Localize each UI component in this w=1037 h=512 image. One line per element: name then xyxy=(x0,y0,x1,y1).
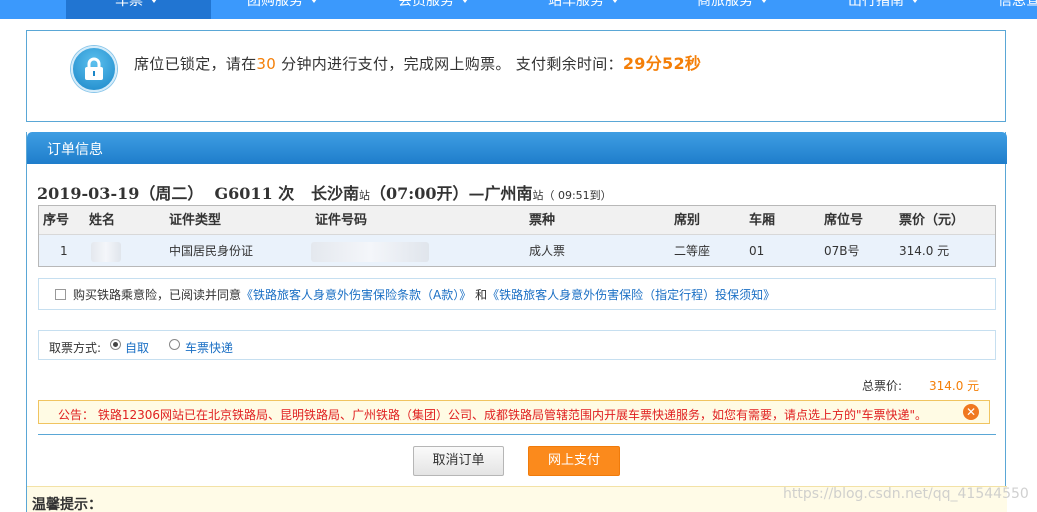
station-suffix: 站 xyxy=(532,189,544,202)
insurance-notice-link[interactable]: 《铁路旅客人身意外伤害保险（指定行程）投保须知》 xyxy=(487,288,775,302)
pickup-express-label[interactable]: 车票快递 xyxy=(185,339,233,356)
insurance-and: 和 xyxy=(475,288,488,302)
notice-text: 公告： 铁路12306网站已在北京铁路局、昆明铁路局、广州铁路（集团）公司、成都… xyxy=(58,408,928,422)
chevron-down-icon xyxy=(612,0,618,3)
col-seat-no: 席位号 xyxy=(824,213,864,228)
depart-time: （07:00开）— xyxy=(370,184,485,203)
insurance-checkbox[interactable] xyxy=(55,289,66,300)
cell-name-redacted xyxy=(91,235,121,267)
pickup-self-radio[interactable] xyxy=(110,339,121,350)
nav-item-label: 出行指南 xyxy=(848,0,904,9)
cell-id-type: 中国居民身份证 xyxy=(169,244,254,258)
trip-summary: 2019-03-19（周二） G6011 次 长沙南站（07:00开）—广州南站… xyxy=(37,180,612,204)
cell-car: 01 xyxy=(749,244,765,258)
cell-seat-class: 二等座 xyxy=(674,244,711,258)
col-name: 姓名 xyxy=(89,213,116,228)
chevron-down-icon xyxy=(761,0,767,3)
pickup-label: 取票方式: xyxy=(49,341,102,355)
col-price: 票价（元） xyxy=(899,213,965,228)
cell-price: 314.0 元 xyxy=(899,244,950,258)
lock-message: 席位已锁定，请在30 分钟内进行支付，完成网上购票。 支付剩余时间：29分52秒 xyxy=(134,50,701,74)
to-station: 广州南 xyxy=(484,184,533,203)
nav-item-info[interactable]: 信息查 xyxy=(998,0,1037,19)
chevron-down-icon xyxy=(311,0,317,3)
nav-item-group[interactable]: 团购服务 xyxy=(247,0,317,19)
col-id-type: 证件类型 xyxy=(169,213,222,228)
chevron-down-icon xyxy=(151,0,157,3)
nav-item-label: 团购服务 xyxy=(247,0,303,9)
watermark: https://blog.csdn.net/qq_41544550 xyxy=(783,486,1029,502)
chevron-down-icon xyxy=(462,0,468,3)
nav-item-guide[interactable]: 出行指南 xyxy=(848,0,918,19)
chevron-down-icon xyxy=(912,0,918,3)
close-icon[interactable]: ✕ xyxy=(963,404,979,420)
trip-date: 2019-03-19（周二） xyxy=(37,184,204,203)
station-suffix: 站 xyxy=(359,189,371,202)
countdown-timer: 29分52秒 xyxy=(622,54,702,73)
divider xyxy=(38,434,996,435)
insurance-text: 购买铁路乘意险，已阅读并同意《铁路旅客人身意外伤害保险条款（A款）》 和《铁路旅… xyxy=(73,286,775,303)
insurance-prefix: 购买铁路乘意险，已阅读并同意 xyxy=(73,288,242,302)
table-row: 1 中国居民身份证 成人票 二等座 01 07B号 314.0 元 xyxy=(39,235,995,266)
col-car: 车厢 xyxy=(749,213,776,228)
total-price-value: 314.0 元 xyxy=(929,379,980,393)
col-id-number: 证件号码 xyxy=(315,213,368,228)
nav-item-label: 车票 xyxy=(115,0,143,9)
lock-message-mid: 分钟内进行支付，完成网上购票。 支付剩余时间： xyxy=(276,55,623,73)
nav-item-business[interactable]: 商旅服务 xyxy=(697,0,767,19)
cancel-order-button[interactable]: 取消订单 xyxy=(413,446,504,476)
order-info-panel: 订单信息 2019-03-19（周二） G6011 次 长沙南站（07:00开）… xyxy=(26,132,1007,512)
arrive-time: （ 09:51到） xyxy=(543,189,612,202)
notice-banner: 公告： 铁路12306网站已在北京铁路局、昆明铁路局、广州铁路（集团）公司、成都… xyxy=(38,400,990,424)
nav-item-label: 商旅服务 xyxy=(697,0,753,9)
cell-id-number-redacted xyxy=(311,235,429,267)
pickup-self-label[interactable]: 自取 xyxy=(125,339,149,356)
insurance-option: 购买铁路乘意险，已阅读并同意《铁路旅客人身意外伤害保险条款（A款）》 和《铁路旅… xyxy=(38,278,996,310)
pickup-express-radio[interactable] xyxy=(169,339,180,350)
total-price-label: 总票价: xyxy=(862,379,903,393)
col-index: 序号 xyxy=(43,213,70,228)
online-pay-button[interactable]: 网上支付 xyxy=(528,446,620,476)
cell-seat-no: 07B号 xyxy=(824,244,860,258)
train-number: G6011 次 xyxy=(214,184,295,203)
warm-tips-title: 温馨提示： xyxy=(32,497,102,512)
order-info-title: 订单信息 xyxy=(47,142,103,158)
cell-index: 1 xyxy=(60,244,68,258)
nav-item-label: 信息查 xyxy=(998,0,1037,9)
lock-message-prefix: 席位已锁定，请在 xyxy=(134,55,257,73)
from-station: 长沙南 xyxy=(311,184,360,203)
ticket-table: 序号 姓名 证件类型 证件号码 票种 席别 车厢 席位号 票价（元） 1 中国居… xyxy=(38,205,996,267)
nav-item-tickets[interactable]: 车票 xyxy=(66,0,211,19)
table-header: 序号 姓名 证件类型 证件号码 票种 席别 车厢 席位号 票价（元） xyxy=(39,206,995,235)
lock-icon xyxy=(71,46,117,92)
top-nav: 车票 团购服务 会员服务 站车服务 商旅服务 出行指南 信息查 xyxy=(0,0,1037,19)
cell-ticket-type: 成人票 xyxy=(529,244,566,258)
col-ticket-type: 票种 xyxy=(529,213,556,228)
col-seat-class: 席别 xyxy=(674,213,701,228)
pickup-method: 取票方式: 自取 车票快递 xyxy=(38,330,996,360)
nav-item-label: 会员服务 xyxy=(398,0,454,9)
nav-item-label: 站车服务 xyxy=(548,0,604,9)
order-info-header: 订单信息 xyxy=(27,132,1007,164)
insurance-terms-link[interactable]: 《铁路旅客人身意外伤害保险条款（A款）》 xyxy=(241,288,471,302)
seat-locked-panel: 席位已锁定，请在30 分钟内进行支付，完成网上购票。 支付剩余时间：29分52秒 xyxy=(26,30,1006,122)
nav-item-member[interactable]: 会员服务 xyxy=(398,0,468,19)
nav-item-station[interactable]: 站车服务 xyxy=(548,0,618,19)
lock-minutes: 30 xyxy=(256,55,277,73)
